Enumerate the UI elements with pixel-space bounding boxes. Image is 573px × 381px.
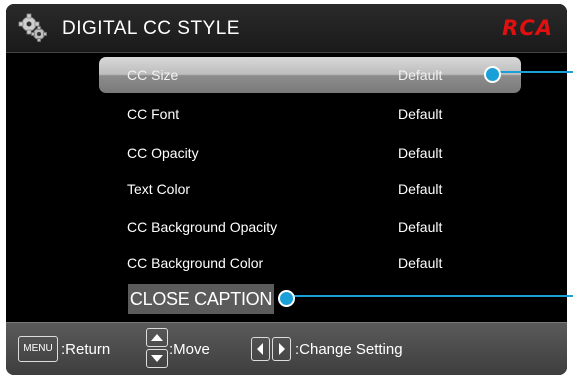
tv-screen: DIGITAL CC STYLE RCA CC Size Default CC … — [6, 4, 567, 375]
callout-line-cc-size — [492, 71, 573, 73]
brand-logo: RCA — [502, 16, 553, 40]
close-caption-callout-label: CLOSE CAPTION — [128, 284, 274, 314]
menu-item-label: CC Font — [127, 106, 180, 122]
down-arrow-key-icon — [146, 349, 168, 368]
menu-item-label: CC Background Opacity — [127, 219, 278, 235]
footer-bar: MENU :Return :Move :Change Setting — [6, 322, 567, 375]
menu-item-value: Default — [398, 67, 443, 83]
menu-item-text-color[interactable]: Text Color Default — [99, 171, 521, 207]
menu-item-label: CC Opacity — [127, 145, 199, 161]
change-setting-hint: :Change Setting — [295, 341, 403, 358]
up-arrow-key-icon — [146, 328, 168, 347]
menu-item-value: Default — [398, 106, 443, 122]
menu-item-cc-font[interactable]: CC Font Default — [99, 96, 521, 132]
return-hint: :Return — [61, 341, 111, 358]
gear-icon — [18, 13, 47, 42]
callout-dot-cc-size — [484, 66, 501, 83]
menu-item-cc-background-opacity[interactable]: CC Background Opacity Default — [99, 209, 521, 245]
menu-item-label: CC Background Color — [127, 255, 264, 271]
menu-item-cc-opacity[interactable]: CC Opacity Default — [99, 135, 521, 171]
menu-item-cc-size[interactable]: CC Size Default — [99, 57, 521, 93]
menu-item-label: CC Size — [127, 67, 179, 83]
callout-line-close-caption — [286, 295, 573, 297]
move-hint: :Move — [169, 341, 210, 358]
menu-item-value: Default — [398, 181, 443, 197]
menu-item-label: Text Color — [127, 181, 191, 197]
right-arrow-key-icon — [272, 337, 291, 361]
title-bar: DIGITAL CC STYLE RCA — [6, 4, 567, 53]
callout-dot-close-caption — [278, 290, 295, 307]
menu-item-value: Default — [398, 219, 443, 235]
menu-item-cc-background-color[interactable]: CC Background Color Default — [99, 245, 521, 281]
menu-item-value: Default — [398, 145, 443, 161]
menu-key-icon: MENU — [18, 336, 58, 362]
left-arrow-key-icon — [251, 337, 270, 361]
page-title: DIGITAL CC STYLE — [62, 18, 240, 39]
menu-item-value: Default — [398, 255, 443, 271]
